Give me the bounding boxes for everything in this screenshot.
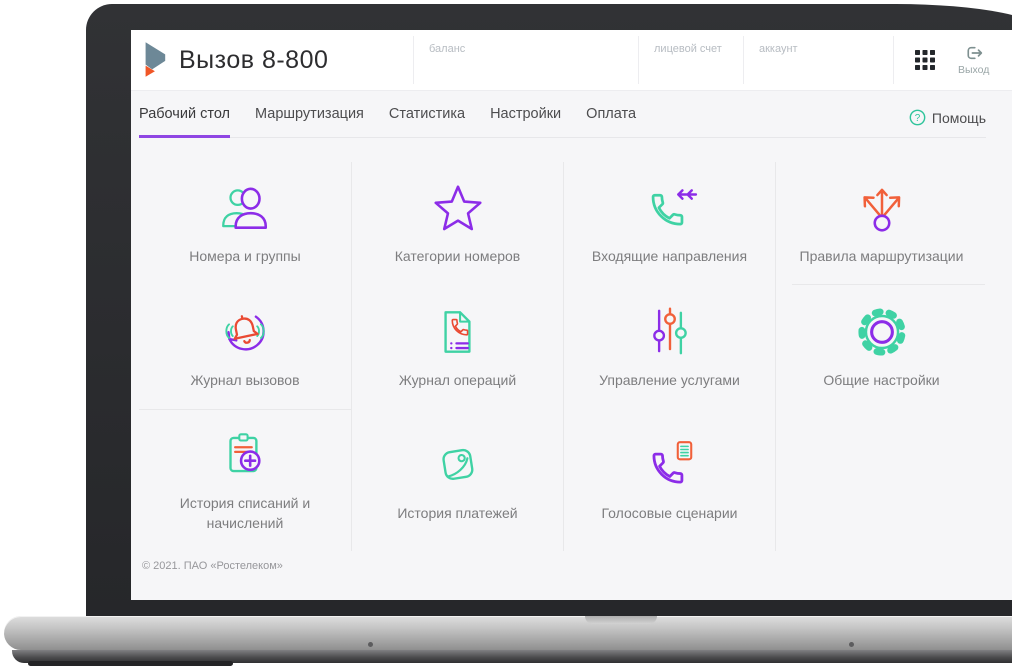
voice-script-icon (652, 441, 692, 484)
tab-desktop[interactable]: Рабочий стол (139, 106, 231, 138)
tabs: Рабочий стол Маршрутизация Статистика Настр… (139, 106, 661, 138)
tile-incoming-directions[interactable]: Входящие направления (563, 162, 775, 284)
tile-general-settings[interactable]: Общие настройки (775, 284, 987, 409)
tile-payments-history[interactable]: История платежей (351, 409, 563, 551)
tile-voice-scenarios[interactable]: Голосовые сценарии (563, 409, 775, 551)
logout-icon (967, 46, 982, 60)
star-icon (433, 185, 482, 231)
tab-statistics[interactable]: Статистика (389, 106, 465, 138)
header-field-label: баланс (429, 43, 466, 55)
svg-text:?: ? (915, 113, 921, 124)
nav-tabs-row: Рабочий стол Маршрутизация Статистика Настр… (139, 91, 986, 138)
app-title: Вызов 8-800 (179, 45, 329, 74)
content-area: Рабочий стол Маршрутизация Статистика Настр… (131, 91, 1012, 600)
laptop-base (4, 616, 1012, 650)
tile-label: Журнал операций (398, 371, 517, 388)
account-fields: баланс лицевой счет аккаунт (413, 36, 893, 84)
gear-icon (857, 308, 906, 356)
tile-label: Входящие направления (591, 248, 748, 265)
tile-label: Журнал вызовов (190, 371, 300, 388)
tile-charges-history[interactable]: История списаний и начислений (139, 409, 351, 551)
rostelecom-logo-icon (145, 42, 166, 77)
tile-label: Голосовые сценарии (601, 505, 738, 522)
empty-cell (775, 409, 987, 551)
logout-label: Выход (958, 64, 990, 76)
wallet-icon (441, 449, 473, 481)
help-link[interactable]: ? Помощь (909, 109, 986, 137)
logout-button[interactable]: Выход (958, 44, 989, 76)
tab-routing[interactable]: Маршрутизация (255, 106, 364, 138)
help-label: Помощь (931, 109, 986, 126)
clipboard-plus-icon (229, 433, 261, 473)
tile-number-categories[interactable]: Категории номеров (351, 162, 563, 284)
tile-label: История платежей (397, 505, 518, 522)
laptop-lid-notch (585, 616, 657, 624)
header-field-label: аккаунт (759, 43, 798, 55)
sliders-icon (652, 307, 687, 355)
routing-arrows-icon (862, 188, 900, 232)
header-field-label: лицевой счет (654, 43, 722, 55)
tab-payment[interactable]: Оплата (586, 106, 636, 138)
tile-routing-rules[interactable]: Правила маршрутизации (775, 162, 987, 284)
tile-numbers-groups[interactable]: Номера и группы (139, 162, 351, 284)
tile-services-management[interactable]: Управление услугами (563, 284, 775, 409)
header-actions: Выход (893, 36, 1012, 84)
tile-label: Номера и группы (189, 248, 301, 265)
call-journal-icon (225, 314, 265, 351)
laptop-mockup: Вызов 8-800 баланс лицевой счет аккаунт (0, 0, 1012, 667)
grid-divider (139, 409, 351, 410)
header-field-personal-account: лицевой счет (638, 36, 743, 84)
tile-label: Категории номеров (394, 248, 521, 265)
app-header: Вызов 8-800 баланс лицевой счет аккаунт (131, 30, 1012, 91)
header-field-balance: баланс (413, 36, 638, 84)
tile-calls-log[interactable]: Журнал вызовов (139, 284, 351, 409)
tab-settings[interactable]: Настройки (490, 106, 561, 138)
tile-label: История списаний и начислений (179, 495, 311, 531)
laptop-base-screw (368, 642, 373, 647)
grid-divider (792, 284, 985, 285)
tile-operations-log[interactable]: Журнал операций (351, 284, 563, 409)
tile-label: Управление услугами (599, 371, 740, 388)
apps-grid-icon[interactable] (915, 49, 936, 71)
tile-label: Правила маршрутизации (799, 248, 964, 265)
laptop-base-screw (849, 642, 854, 647)
help-icon: ? (909, 109, 926, 126)
tile-label: Общие настройки (823, 371, 940, 388)
users-icon (222, 187, 268, 230)
dashboard-grid: Номера и группы Категории номеров Входящ… (139, 162, 987, 551)
operations-journal-icon (443, 310, 471, 353)
laptop-shadow (28, 661, 233, 666)
app-window: Вызов 8-800 баланс лицевой счет аккаунт (131, 30, 1012, 600)
incoming-call-icon (651, 189, 697, 226)
header-field-account: аккаунт (743, 36, 893, 84)
copyright: © 2021. ПАО «Ростелеком» (142, 560, 283, 572)
